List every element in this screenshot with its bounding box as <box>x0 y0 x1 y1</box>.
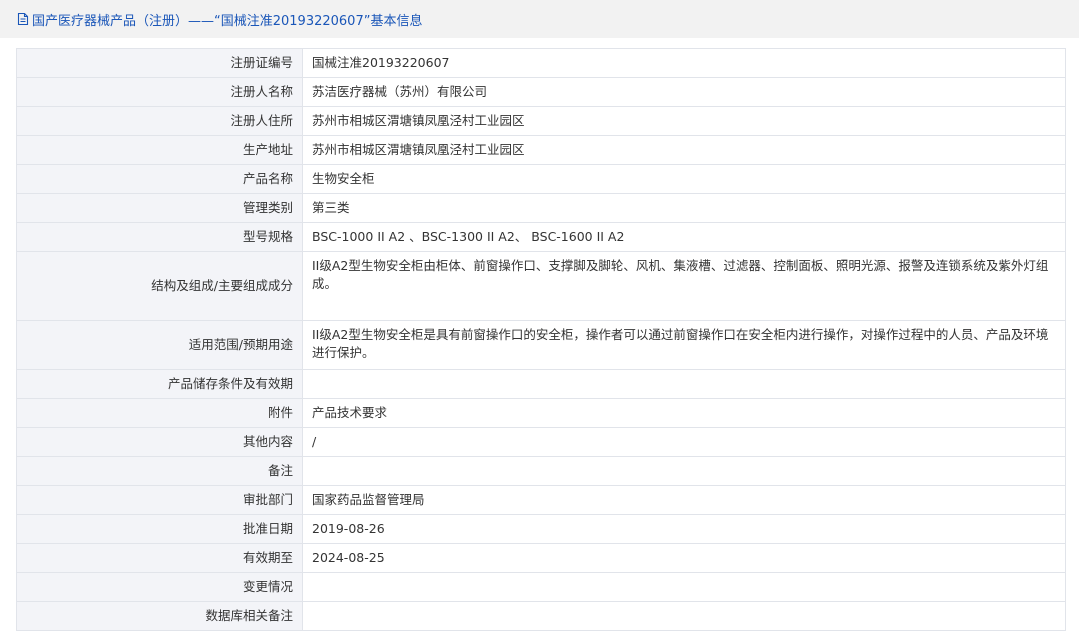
row-value: 国械注准20193220607 <box>302 48 1066 78</box>
table-row: 产品名称 生物安全柜 <box>16 164 1066 194</box>
row-value: 苏州市相城区渭塘镇凤凰泾村工业园区 <box>302 135 1066 165</box>
table-row: 有效期至 2024-08-25 <box>16 543 1066 573</box>
row-label: 有效期至 <box>16 543 303 573</box>
row-value: II级A2型生物安全柜是具有前窗操作口的安全柜，操作者可以通过前窗操作口在安全柜… <box>302 320 1066 370</box>
row-value <box>302 572 1066 602</box>
table-row: 生产地址 苏州市相城区渭塘镇凤凰泾村工业园区 <box>16 135 1066 165</box>
table-row: 变更情况 <box>16 572 1066 602</box>
row-value: / <box>302 427 1066 457</box>
row-label: 审批部门 <box>16 485 303 515</box>
table-row: 适用范围/预期用途 II级A2型生物安全柜是具有前窗操作口的安全柜，操作者可以通… <box>16 320 1066 370</box>
row-label: 变更情况 <box>16 572 303 602</box>
row-label: 产品名称 <box>16 164 303 194</box>
document-icon <box>17 12 29 26</box>
row-label: 其他内容 <box>16 427 303 457</box>
row-label: 产品储存条件及有效期 <box>16 369 303 399</box>
row-value: 生物安全柜 <box>302 164 1066 194</box>
table-row: 其他内容 / <box>16 427 1066 457</box>
row-label: 备注 <box>16 456 303 486</box>
row-label: 数据库相关备注 <box>16 601 303 631</box>
row-value: II级A2型生物安全柜由柜体、前窗操作口、支撑脚及脚轮、风机、集液槽、过滤器、控… <box>302 251 1066 321</box>
row-value: 2019-08-26 <box>302 514 1066 544</box>
table-row: 产品储存条件及有效期 <box>16 369 1066 399</box>
page-title: 国产医疗器械产品（注册）——“国械注准20193220607”基本信息 <box>32 13 423 29</box>
row-value: 苏洁医疗器械（苏州）有限公司 <box>302 77 1066 107</box>
page-header: 国产医疗器械产品（注册）——“国械注准20193220607”基本信息 <box>0 0 1079 38</box>
row-value: 2024-08-25 <box>302 543 1066 573</box>
table-row: 注册证编号 国械注准20193220607 <box>16 48 1066 78</box>
row-label: 注册证编号 <box>16 48 303 78</box>
row-label: 型号规格 <box>16 222 303 252</box>
row-value <box>302 601 1066 631</box>
info-table: 注册证编号 国械注准20193220607 注册人名称 苏洁医疗器械（苏州）有限… <box>16 48 1066 631</box>
row-label: 生产地址 <box>16 135 303 165</box>
row-value <box>302 369 1066 399</box>
row-value: 产品技术要求 <box>302 398 1066 428</box>
row-label: 管理类别 <box>16 193 303 223</box>
table-row: 备注 <box>16 456 1066 486</box>
row-label: 注册人住所 <box>16 106 303 136</box>
row-label: 适用范围/预期用途 <box>16 320 303 370</box>
table-row: 管理类别 第三类 <box>16 193 1066 223</box>
row-label: 附件 <box>16 398 303 428</box>
row-value: 第三类 <box>302 193 1066 223</box>
table-row: 附件 产品技术要求 <box>16 398 1066 428</box>
table-row: 结构及组成/主要组成成分 II级A2型生物安全柜由柜体、前窗操作口、支撑脚及脚轮… <box>16 251 1066 321</box>
row-value: 苏州市相城区渭塘镇凤凰泾村工业园区 <box>302 106 1066 136</box>
row-label: 注册人名称 <box>16 77 303 107</box>
row-value: BSC-1000 II A2 、BSC-1300 II A2、 BSC-1600… <box>302 222 1066 252</box>
table-row: 注册人住所 苏州市相城区渭塘镇凤凰泾村工业园区 <box>16 106 1066 136</box>
row-label: 结构及组成/主要组成成分 <box>16 251 303 321</box>
row-value <box>302 456 1066 486</box>
table-row: 审批部门 国家药品监督管理局 <box>16 485 1066 515</box>
table-row: 注册人名称 苏洁医疗器械（苏州）有限公司 <box>16 77 1066 107</box>
row-label: 批准日期 <box>16 514 303 544</box>
table-row: 型号规格 BSC-1000 II A2 、BSC-1300 II A2、 BSC… <box>16 222 1066 252</box>
table-row: 数据库相关备注 <box>16 601 1066 631</box>
table-row: 批准日期 2019-08-26 <box>16 514 1066 544</box>
row-value: 国家药品监督管理局 <box>302 485 1066 515</box>
